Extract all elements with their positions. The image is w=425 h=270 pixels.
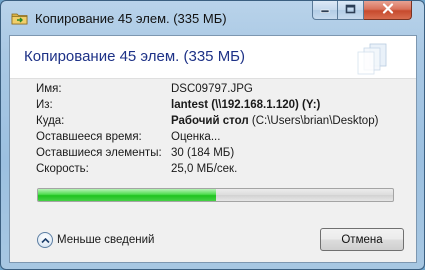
detail-row-time-left: Оставшееся время: Оценка... — [10, 131, 418, 147]
dialog-heading: Копирование 45 элем. (335 МБ) — [24, 48, 246, 65]
detail-value: Оценка... — [171, 131, 221, 143]
detail-label: Оставшиеся элементы: — [36, 147, 162, 159]
close-icon — [382, 3, 394, 17]
detail-label: Из: — [36, 99, 53, 111]
window-title: Копирование 45 элем. (335 МБ) — [35, 11, 227, 26]
copy-dialog-window: Копирование 45 элем. (335 МБ) Копировани… — [0, 0, 425, 270]
dialog-header: Копирование 45 элем. (335 МБ) — [10, 36, 416, 79]
detail-label: Скорость: — [36, 163, 89, 175]
close-button[interactable] — [364, 1, 412, 20]
copy-progress-bar — [37, 188, 394, 202]
detail-value[interactable]: lantest (\\192.168.1.120) (Y:) — [171, 99, 320, 111]
detail-value: 25,0 МБ/сек. — [171, 163, 238, 175]
detail-label: Имя: — [36, 83, 62, 95]
title-bar[interactable]: Копирование 45 элем. (335 МБ) — [1, 1, 424, 35]
detail-label: Куда: — [36, 115, 65, 127]
detail-label: Оставшееся время: — [36, 131, 142, 143]
detail-row-from: Из: lantest (\\192.168.1.120) (Y:) — [10, 99, 418, 115]
detail-row-to: Куда: Рабочий стол (C:\Users\brian\Deskt… — [10, 115, 418, 131]
chevron-up-icon — [37, 232, 53, 248]
less-details-toggle[interactable]: Меньше сведений — [37, 230, 154, 250]
detail-row-name: Имя: DSC09797.JPG — [10, 83, 418, 99]
detail-value: 30 (184 МБ) — [171, 147, 235, 159]
maximize-button[interactable] — [338, 1, 364, 20]
file-transfer-icon — [356, 42, 392, 78]
dialog-content: Копирование 45 элем. (335 МБ) Имя: DSC09… — [9, 35, 417, 263]
minimize-button[interactable] — [312, 1, 338, 20]
destination-path: (C:\Users\brian\Desktop) — [248, 115, 379, 127]
source-location-link[interactable]: lantest (\\192.168.1.120) (Y:) — [171, 99, 320, 111]
detail-value: DSC09797.JPG — [171, 83, 253, 95]
less-details-label: Меньше сведений — [57, 234, 155, 246]
detail-row-items-left: Оставшиеся элементы: 30 (184 МБ) — [10, 147, 418, 163]
copy-folder-icon — [11, 11, 28, 25]
progress-fill — [38, 189, 216, 201]
detail-row-speed: Скорость: 25,0 МБ/сек. — [10, 163, 418, 179]
maximize-icon — [345, 4, 356, 17]
cancel-button[interactable]: Отмена — [320, 228, 404, 251]
detail-value[interactable]: Рабочий стол (C:\Users\brian\Desktop) — [171, 115, 378, 127]
destination-location-link[interactable]: Рабочий стол — [171, 115, 249, 127]
minimize-icon — [320, 4, 330, 16]
